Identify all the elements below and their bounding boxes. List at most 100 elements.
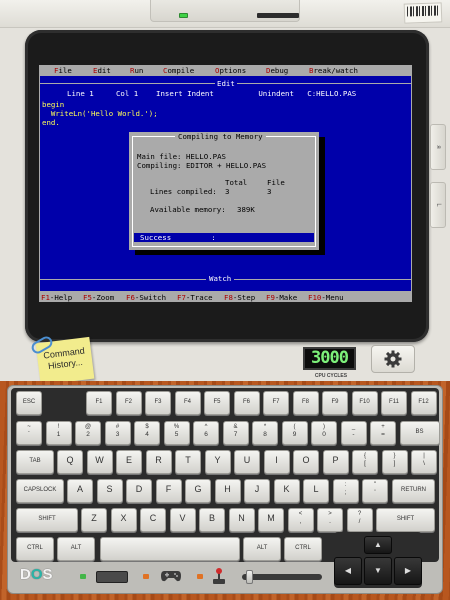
key-g[interactable]: G: [185, 479, 211, 503]
key-f2[interactable]: F2: [115, 391, 142, 415]
key-v[interactable]: V: [169, 508, 196, 532]
dos-screen[interactable]: File Edit Run Compile Options Debug Brea…: [39, 65, 412, 302]
key-5[interactable]: % 5: [163, 421, 190, 445]
key-f7[interactable]: F7: [263, 391, 289, 415]
key-sym[interactable]: ? /: [346, 508, 373, 532]
menu-options[interactable]: Options: [215, 66, 246, 75]
menu-file[interactable]: File: [54, 66, 72, 75]
key-e[interactable]: E: [116, 450, 142, 474]
key-f1[interactable]: F1: [86, 391, 112, 415]
arrow-right-key[interactable]: ▶: [394, 557, 422, 585]
key-n[interactable]: N: [228, 508, 255, 532]
key-ctrl-left[interactable]: CTRL: [16, 537, 54, 561]
key-sym[interactable]: " ': [362, 479, 388, 503]
key-6[interactable]: ^ 6: [193, 421, 219, 445]
key-sym[interactable]: | \: [411, 450, 437, 474]
menu-debug[interactable]: Debug: [266, 66, 288, 75]
key-o[interactable]: O: [293, 450, 319, 474]
key-backspace[interactable]: BS: [399, 421, 440, 445]
key-j[interactable]: J: [244, 479, 270, 503]
key-8[interactable]: * 8: [252, 421, 278, 445]
key-y[interactable]: Y: [204, 450, 231, 474]
menu-run[interactable]: Run: [130, 66, 143, 75]
key-p[interactable]: P: [322, 450, 349, 474]
key-shift-left[interactable]: SHIFT: [16, 508, 78, 532]
key-i[interactable]: I: [263, 450, 290, 474]
fkey-switch[interactable]: F6-Switch: [126, 293, 166, 302]
key-a[interactable]: A: [67, 479, 93, 503]
key-f8[interactable]: F8: [292, 391, 319, 415]
key-0[interactable]: ) 0: [311, 421, 337, 445]
key-ctrl-right[interactable]: CTRL: [284, 537, 322, 561]
key-tab[interactable]: TAB: [16, 450, 54, 474]
key-4[interactable]: $4: [134, 421, 160, 445]
key-b[interactable]: B: [199, 508, 225, 532]
fkey-make[interactable]: F9-Make: [266, 293, 297, 302]
key-sym[interactable]: <,: [287, 508, 314, 532]
menu-break-watch[interactable]: Break/watch: [309, 66, 358, 75]
keyboard-toggle-icon[interactable]: [96, 571, 128, 583]
key-d[interactable]: D: [126, 479, 152, 503]
key-sym[interactable]: + =: [370, 421, 396, 445]
settings-button[interactable]: [371, 345, 415, 373]
volume-slider-knob[interactable]: [246, 570, 253, 584]
gamepad-icon[interactable]: [160, 569, 182, 583]
key-3[interactable]: #3: [104, 421, 131, 445]
key-f9[interactable]: F9: [322, 391, 348, 415]
key-9[interactable]: (9: [281, 421, 308, 445]
key-f11[interactable]: F11: [381, 391, 407, 415]
key-return[interactable]: RETURN: [392, 479, 435, 503]
key-sym[interactable]: :;: [332, 479, 359, 503]
key-q[interactable]: Q: [57, 450, 83, 474]
code-line[interactable]: WriteLn('Hello World.');: [42, 109, 158, 118]
key-alt-left[interactable]: ALT: [57, 537, 95, 561]
code-line[interactable]: begin: [42, 100, 64, 109]
key-f10[interactable]: F10: [351, 391, 378, 415]
key-space[interactable]: [100, 537, 240, 561]
code-line[interactable]: end.: [42, 118, 60, 127]
key-esc[interactable]: ESC: [16, 391, 42, 415]
key-f12[interactable]: F12: [410, 391, 437, 415]
key-shift-right[interactable]: SHIFT: [376, 508, 435, 532]
menu-compile[interactable]: Compile: [163, 66, 194, 75]
key-k[interactable]: K: [273, 479, 300, 503]
key-c[interactable]: C: [140, 508, 166, 532]
arrow-left-key[interactable]: ◀: [334, 557, 362, 585]
key-l[interactable]: L: [303, 479, 329, 503]
key-sym[interactable]: >.: [317, 508, 343, 532]
key-sym[interactable]: _ -: [340, 421, 367, 445]
key-7[interactable]: & 7: [222, 421, 249, 445]
fkey-menu[interactable]: F10-Menu: [308, 293, 344, 302]
key-r[interactable]: R: [145, 450, 172, 474]
key-capslock[interactable]: CAPSLOCK: [16, 479, 64, 503]
key-sym[interactable]: {[: [352, 450, 378, 474]
arrow-down-key[interactable]: ▼: [364, 557, 392, 585]
key-f3[interactable]: F3: [145, 391, 171, 415]
arrow-up-key[interactable]: ▲: [364, 536, 392, 554]
key-x[interactable]: X: [110, 508, 137, 532]
menu-edit[interactable]: Edit: [93, 66, 111, 75]
key-t[interactable]: T: [175, 450, 201, 474]
key-z[interactable]: Z: [81, 508, 107, 532]
side-button-upper[interactable]: ᴙ: [430, 124, 446, 170]
key-1[interactable]: ! 1: [45, 421, 72, 445]
key-s[interactable]: S: [96, 479, 123, 503]
fkey-zoom[interactable]: F5-Zoom: [83, 293, 114, 302]
cpu-cycles-display[interactable]: 3000: [303, 347, 356, 370]
key-f[interactable]: F: [155, 479, 182, 503]
key-f6[interactable]: F6: [233, 391, 260, 415]
key-sym[interactable]: ~ `: [16, 421, 42, 445]
key-h[interactable]: H: [214, 479, 241, 503]
key-u[interactable]: U: [234, 450, 260, 474]
joystick-icon[interactable]: [212, 567, 226, 585]
key-f4[interactable]: F4: [174, 391, 201, 415]
fkey-help[interactable]: F1-Help: [41, 293, 72, 302]
key-m[interactable]: M: [258, 508, 284, 532]
volume-slider-track[interactable]: [242, 574, 322, 580]
side-button-lower[interactable]: L: [430, 182, 446, 228]
key-alt-right[interactable]: ALT: [243, 537, 281, 561]
fkey-step[interactable]: F8-Step: [224, 293, 255, 302]
key-sym[interactable]: }]: [381, 450, 408, 474]
fkey-trace[interactable]: F7-Trace: [177, 293, 213, 302]
key-2[interactable]: @2: [75, 421, 101, 445]
